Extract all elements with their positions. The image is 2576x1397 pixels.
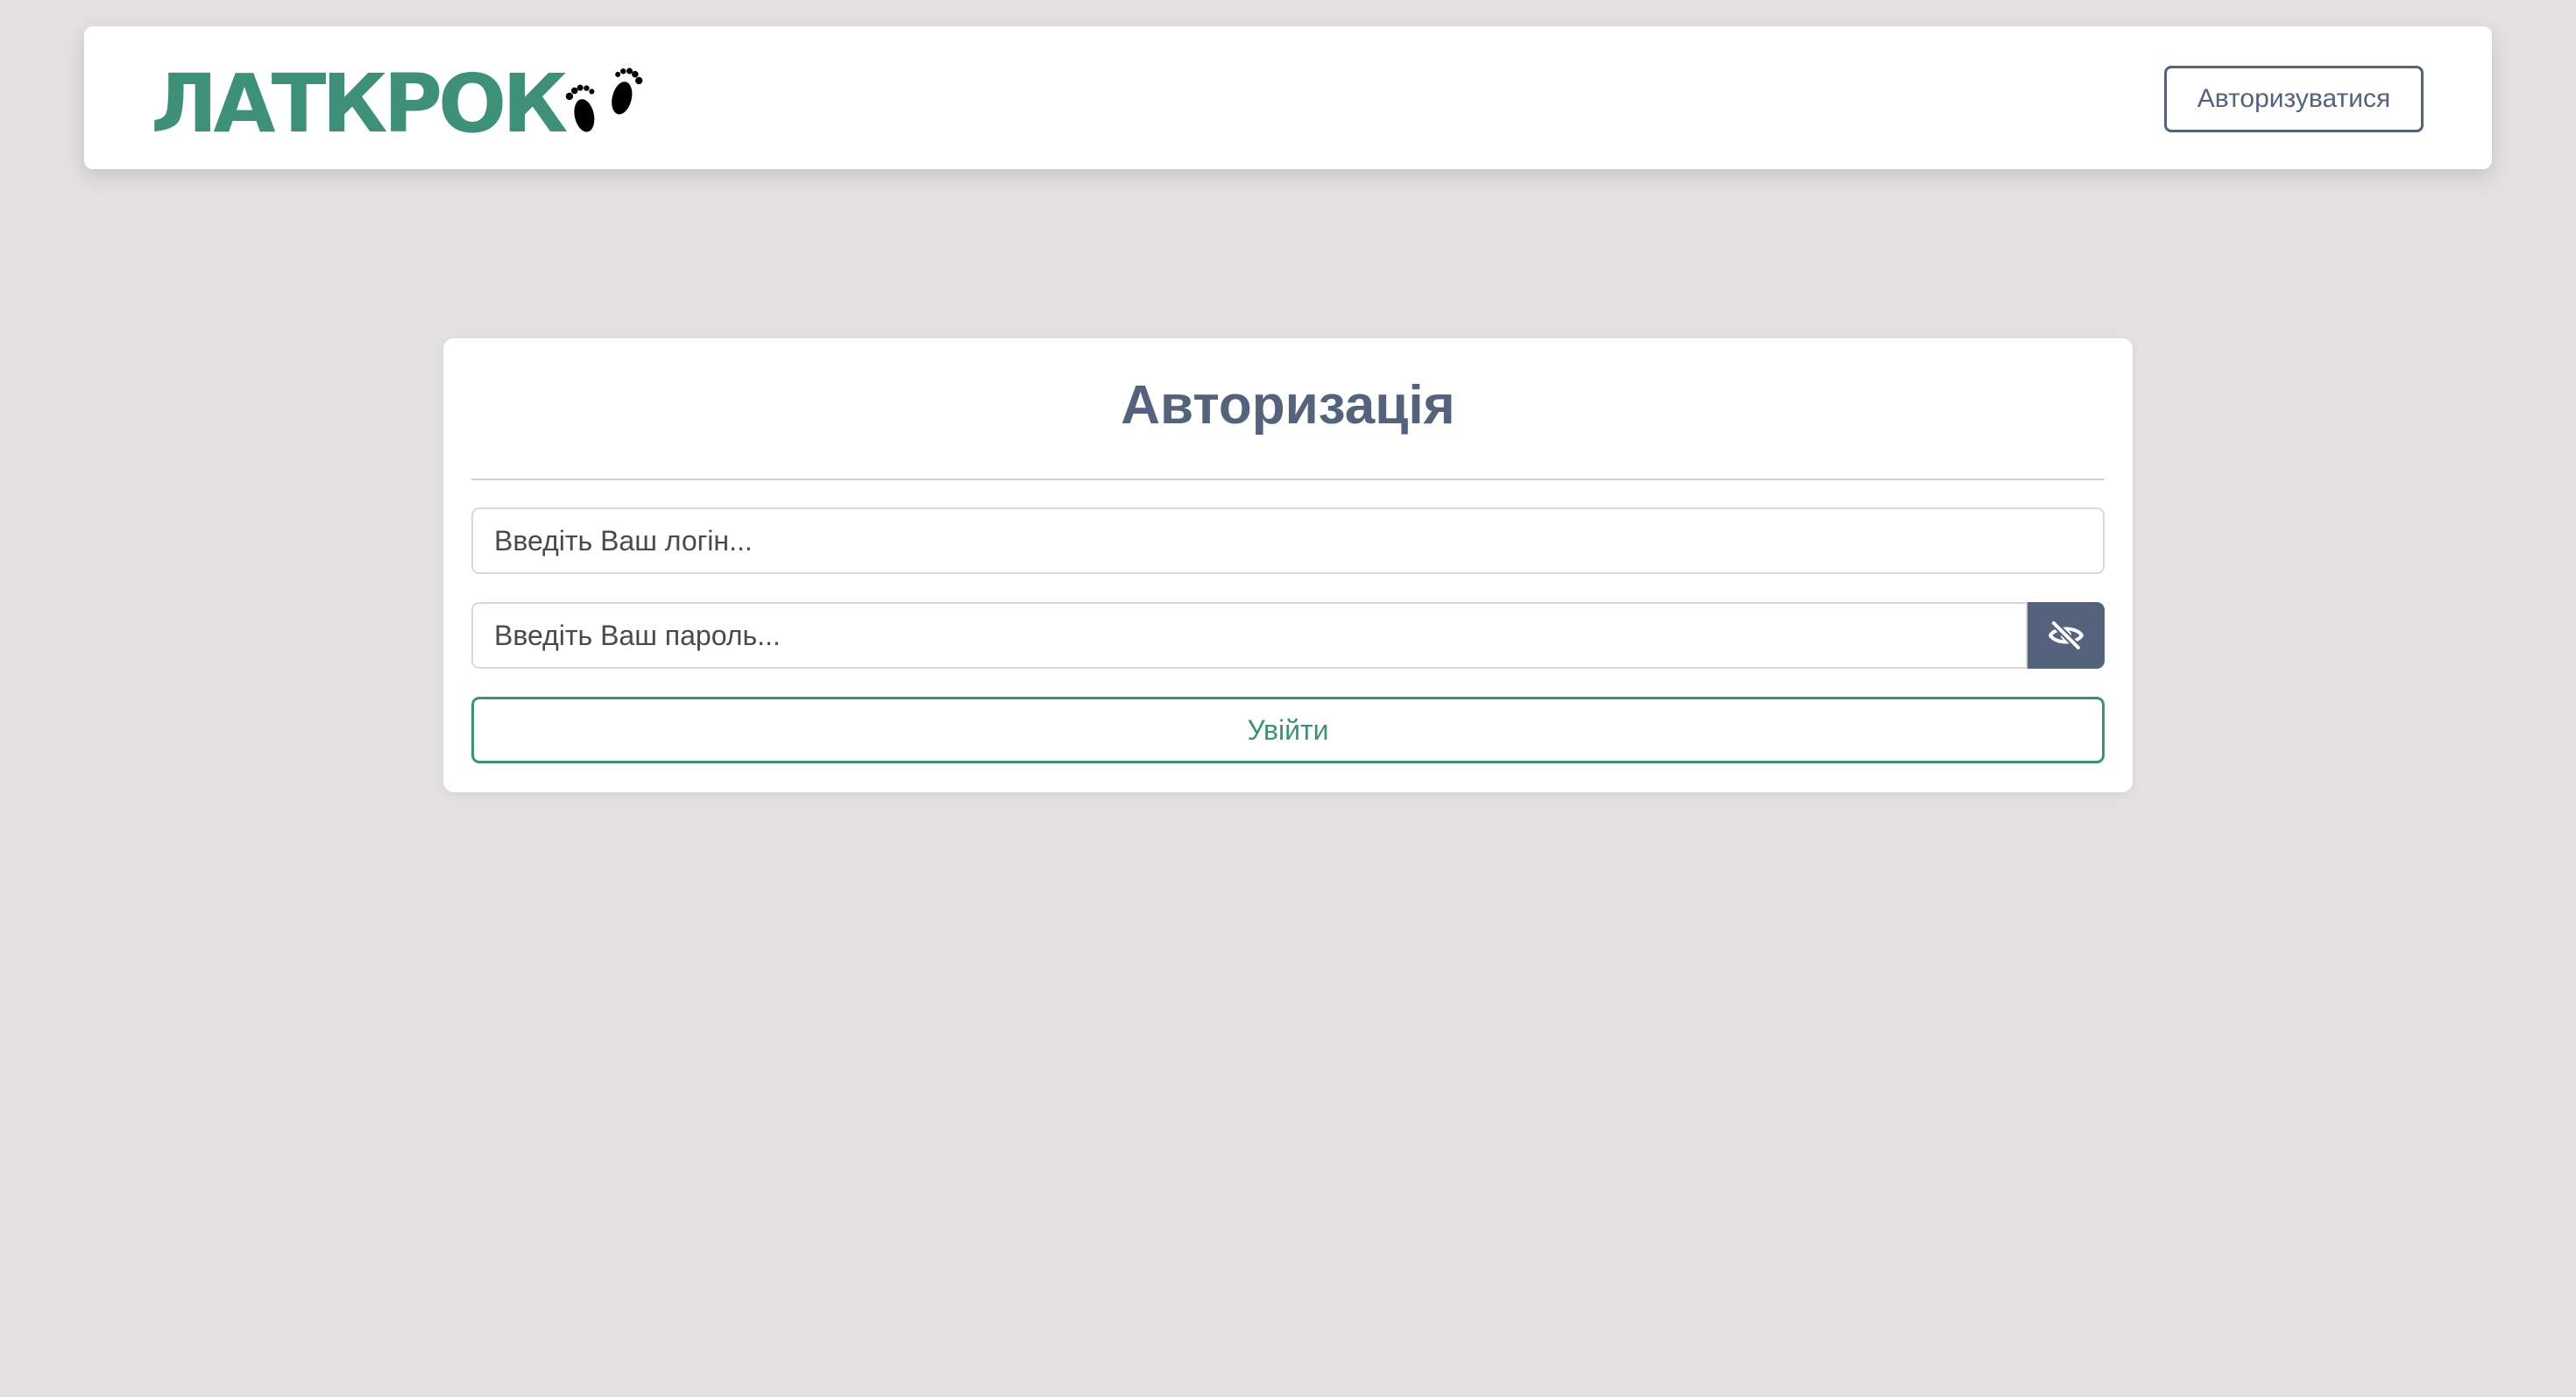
authorize-button[interactable]: Авторизуватися bbox=[2164, 66, 2424, 132]
page-title: Авторизація bbox=[1121, 375, 1455, 436]
password-input[interactable] bbox=[471, 602, 2028, 669]
baby-feet-icon bbox=[566, 67, 643, 132]
logo-text: ЛАТКРОК bbox=[151, 57, 568, 151]
login-input[interactable] bbox=[471, 507, 2105, 574]
login-card: Авторизація Увійти bbox=[443, 338, 2133, 792]
logo[interactable]: ЛАТКРОК bbox=[151, 58, 649, 163]
top-navbar: ЛАТКРОК Авторизуватися bbox=[84, 26, 2492, 169]
submit-login-button[interactable]: Увійти bbox=[471, 697, 2105, 763]
eye-slash-icon bbox=[2049, 620, 2084, 650]
title-divider bbox=[471, 479, 2105, 480]
toggle-password-visibility-button[interactable] bbox=[2028, 602, 2105, 669]
